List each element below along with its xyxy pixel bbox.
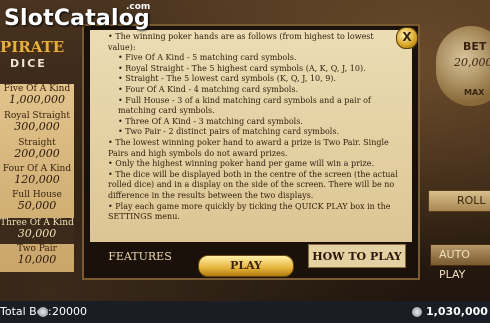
rule-line: • The winning poker hands are as follows…	[108, 32, 374, 52]
rule-line: • Four Of A Kind - 4 matching card symbo…	[118, 84, 298, 94]
logo-title: PIRATE	[0, 38, 65, 56]
paytable-hand-value: 10,000	[17, 253, 57, 266]
tab-features[interactable]: FEATURES	[90, 247, 190, 267]
paytable-hand-value: 1,000,000	[9, 93, 65, 106]
coin-icon	[38, 307, 48, 317]
paytable-row: Straight 200,000	[0, 138, 74, 164]
rules-text: • The winning poker hands are as follows…	[90, 30, 412, 223]
logo-subtitle: DICE	[10, 57, 47, 70]
rule-line: • Straight - The 5 lowest card symbols (…	[118, 74, 336, 84]
balance-coin-icon	[412, 307, 422, 317]
total-bet-value: 20000	[52, 305, 87, 318]
bet-label: BET	[463, 40, 487, 53]
rule-line: • Two Pair - 2 distinct pairs of matchin…	[118, 127, 339, 137]
paytable-row: Four Of A Kind 120,000	[0, 164, 74, 190]
paytable-hand-value: 30,000	[17, 227, 57, 240]
play-button[interactable]: PLAY	[198, 255, 294, 277]
help-dialog: • The winning poker hands are as follows…	[82, 24, 420, 280]
rule-line: • Five Of A Kind - 5 matching card symbo…	[118, 53, 297, 63]
tab-how-to-play[interactable]: HOW TO PLAY	[308, 244, 406, 268]
paytable-hand-value: 300,000	[14, 120, 60, 133]
rule-line: • Three Of A Kind - 3 matching card symb…	[118, 116, 303, 126]
game-logo: PIRATE DICE	[0, 36, 70, 76]
bet-value: 20,000	[454, 56, 490, 69]
slotcatalog-watermark: SlotCatalog .com	[4, 2, 150, 31]
watermark-suffix: .com	[126, 2, 151, 12]
paytable-hand-value: 200,000	[14, 147, 60, 160]
paytable-row: Full House 50,000	[0, 190, 74, 216]
paytable-row: Three Of A Kind 30,000	[0, 218, 74, 244]
balance-value: 1,030,000	[426, 305, 488, 318]
autoplay-button[interactable]: AUTO PLAY	[430, 244, 490, 281]
paytable-hand-value: 50,000	[17, 199, 57, 212]
rules-panel: • The winning poker hands are as follows…	[90, 30, 412, 242]
paytable-row: Royal Straight 300,000	[0, 111, 74, 137]
rule-line: • Play each game more quickly by ticking…	[108, 201, 391, 222]
rule-line: • The dice will be displayed both in the…	[108, 169, 398, 200]
rule-line: • The lowest winning poker hand to award…	[108, 137, 389, 158]
bottom-status-bar: Total Bet: 20000 1,030,000	[0, 301, 490, 323]
close-button[interactable]: X	[396, 27, 418, 49]
paytable-row: Five Of A Kind 1,000,000	[0, 84, 74, 110]
max-bet-button[interactable]: MAX	[464, 88, 484, 97]
paytable-row: Two Pair 10,000	[0, 244, 74, 270]
paytable-hand-value: 120,000	[14, 173, 60, 186]
roll-button[interactable]: ROLL	[428, 190, 490, 212]
rule-line: • Only the highest winning poker hand pe…	[108, 159, 374, 169]
rule-line: • Royal Straight - The 5 highest card sy…	[118, 63, 366, 73]
rule-line: • Full House - 3 of a kind matching card…	[118, 95, 371, 116]
paytable: Five Of A Kind 1,000,000 Royal Straight 300…	[0, 84, 74, 272]
